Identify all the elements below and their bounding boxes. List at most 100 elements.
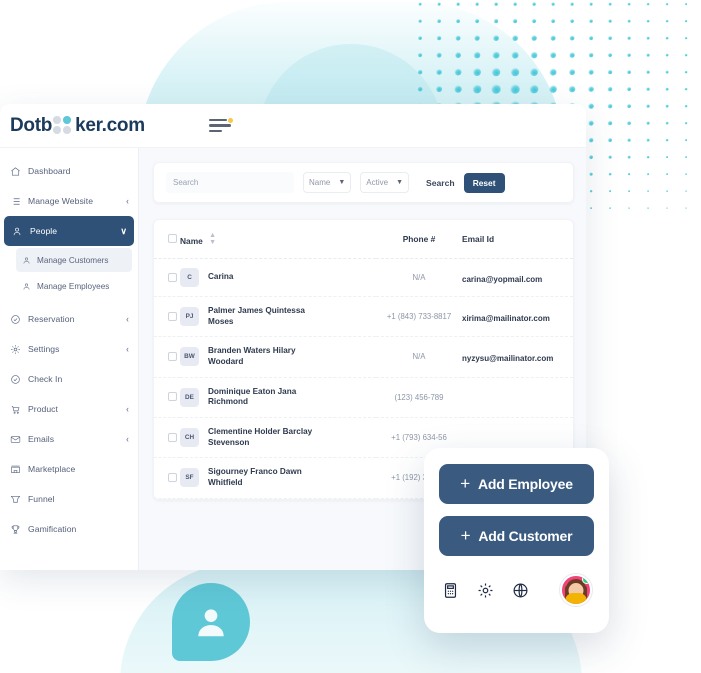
field-select[interactable]: Name ▼ [303, 172, 352, 193]
check-circle-icon [9, 313, 21, 325]
sidebar-item-label: Gamification [28, 524, 77, 534]
logo-dots-icon [53, 115, 74, 136]
gear-icon[interactable] [477, 582, 494, 599]
sidebar-item-reservation[interactable]: Reservation ‹ [0, 304, 138, 334]
avatar: C [180, 268, 199, 287]
row-checkbox[interactable] [168, 392, 177, 402]
logo-text-first: Dotb [10, 114, 53, 136]
sidebar-item-label: Check In [28, 374, 63, 384]
customer-phone: N/A [412, 352, 426, 362]
top-bar: Dotb ker.com [0, 104, 586, 148]
sidebar-item-gamification[interactable]: Gamification [0, 514, 138, 544]
add-employee-label: Add Employee [477, 476, 573, 492]
chevron-left-icon: ‹ [126, 434, 129, 444]
row-checkbox[interactable] [168, 472, 177, 482]
sidebar-item-label: People [30, 226, 58, 236]
sidebar-item-settings[interactable]: Settings ‹ [0, 334, 138, 364]
column-header-name[interactable]: Name ▲ ▼ [180, 220, 376, 259]
sidebar-subitem-label: Manage Customers [37, 255, 109, 265]
user-icon [23, 257, 30, 264]
add-customer-button[interactable]: + Add Customer [439, 516, 594, 556]
chevron-left-icon: ‹ [126, 314, 129, 324]
row-checkbox[interactable] [168, 272, 177, 282]
customer-name: Carina [208, 272, 234, 282]
sidebar-item-label: Funnel [28, 494, 55, 504]
sidebar-item-label: Dashboard [28, 166, 71, 176]
chevron-left-icon: ‹ [126, 404, 129, 414]
customer-name: Branden Waters Hilary Woodard [208, 346, 296, 366]
customer-email: nyzysu@mailinator.com [462, 353, 554, 363]
row-checkbox[interactable] [168, 351, 177, 361]
sidebar-item-manage-customers[interactable]: Manage Customers [16, 248, 132, 272]
customer-name: Palmer James Quintessa Moses [208, 306, 305, 326]
table-row[interactable]: DE Dominique Eaton Jana Richmond (123) 4… [154, 377, 573, 418]
customer-phone: +1 (793) 634-56 [391, 433, 447, 443]
sidebar-item-label: Settings [28, 344, 60, 354]
sidebar-item-emails[interactable]: Emails ‹ [0, 424, 138, 454]
sidebar-item-funnel[interactable]: Funnel [0, 484, 138, 514]
sidebar-item-marketplace[interactable]: Marketplace [0, 454, 138, 484]
sidebar-item-manage-website[interactable]: Manage Website ‹ [0, 186, 138, 216]
select-all-checkbox[interactable] [168, 233, 177, 243]
table-row[interactable]: PJ Palmer James Quintessa Moses +1 (843)… [154, 296, 573, 338]
chevron-down-icon: ▼ [338, 179, 346, 186]
calculator-icon[interactable] [442, 582, 459, 599]
avatar: CH [180, 428, 199, 448]
plus-icon: + [460, 525, 471, 545]
customer-name: Sigourney Franco Dawn Whitfield [208, 467, 302, 487]
hamburger-icon[interactable] [208, 117, 233, 134]
add-employee-button[interactable]: + Add Employee [439, 464, 594, 504]
customer-phone: +1 (843) 733-8817 [386, 312, 452, 322]
select-all-header [154, 220, 180, 259]
brand-logo[interactable]: Dotb ker.com [0, 115, 145, 137]
table-header-row: Name ▲ ▼ Phone # Email Id [154, 220, 573, 259]
customer-name: Clementine Holder Barclay Stevenson [208, 426, 313, 447]
sidebar-item-label: Reservation [28, 314, 75, 324]
customer-name: Dominique Eaton Jana Richmond [208, 386, 297, 407]
add-customer-label: Add Customer [478, 528, 573, 544]
chevron-left-icon: ‹ [126, 196, 129, 206]
reset-button[interactable]: Reset [463, 172, 505, 193]
table-row[interactable]: BW Branden Waters Hilary Woodard N/A nyz… [154, 336, 573, 378]
sidebar-item-label: Product [28, 404, 58, 414]
row-checkbox[interactable] [168, 311, 177, 321]
list-icon [9, 195, 21, 207]
customer-email: xirima@mailinator.com [462, 313, 550, 323]
sidebar-item-label: Emails [28, 434, 55, 444]
mail-icon [9, 433, 21, 445]
notification-dot [227, 117, 233, 123]
funnel-cart-icon [9, 493, 21, 505]
table-row[interactable]: C Carina N/A carina@yopmail.com [154, 258, 573, 297]
search-input[interactable] [166, 172, 294, 193]
row-checkbox[interactable] [168, 432, 177, 442]
sidebar-item-people[interactable]: People ∨ [4, 216, 134, 246]
status-select-value: Active [366, 178, 389, 187]
sidebar-item-dashboard[interactable]: Dashboard [0, 156, 138, 186]
card-icon-row [439, 568, 594, 606]
sidebar-item-label: Marketplace [28, 464, 76, 474]
avatar: SF [180, 468, 199, 488]
column-label: Phone # [402, 234, 436, 244]
customer-phone: N/A [412, 273, 426, 282]
sidebar: Dashboard Manage Website ‹ People ∨ Mana… [0, 148, 139, 570]
search-button[interactable]: Search [426, 178, 455, 188]
sidebar-subitem-label: Manage Employees [37, 281, 110, 291]
globe-icon[interactable] [512, 582, 529, 599]
column-header-email: Email Id [462, 220, 573, 259]
sidebar-item-manage-employees[interactable]: Manage Employees [16, 274, 132, 298]
status-select[interactable]: Active ▼ [360, 172, 410, 193]
sidebar-item-product[interactable]: Product ‹ [0, 394, 138, 424]
user-avatar[interactable] [560, 574, 592, 606]
sidebar-item-check-in[interactable]: Check In [0, 364, 138, 394]
filter-toolbar: Name ▼ Active ▼ Search Reset [153, 162, 574, 203]
screenshot-root: Dotb ker.com Dashboard Manage Website ‹ … [0, 0, 701, 673]
avatar: BW [180, 347, 199, 367]
plus-icon: + [460, 473, 470, 493]
field-select-value: Name [309, 178, 331, 187]
sort-icon[interactable]: ▲ ▼ [209, 232, 216, 246]
user-icon [23, 283, 30, 290]
home-icon [9, 165, 21, 177]
quick-actions-card: + Add Employee + Add Customer [424, 448, 609, 633]
logo-text-second: ker.com [75, 114, 145, 136]
chevron-down-icon: ∨ [120, 225, 127, 236]
